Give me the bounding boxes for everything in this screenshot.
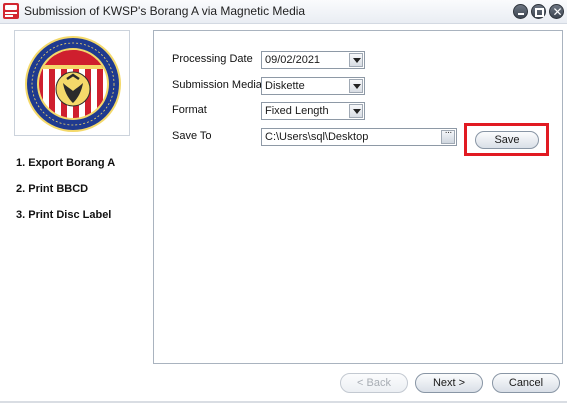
step-list: 1. Export Borang A 2. Print BBCD 3. Prin…: [14, 150, 134, 228]
app-logo-icon[interactable]: [3, 3, 19, 19]
close-icon[interactable]: ✕: [549, 4, 564, 19]
kwsp-logo: [25, 36, 121, 132]
logo-frame: [14, 30, 130, 136]
cancel-button[interactable]: Cancel: [492, 373, 560, 393]
format-value: Fixed Length: [265, 105, 329, 117]
step-print-disc-label[interactable]: 3. Print Disc Label: [16, 202, 134, 228]
chevron-down-icon[interactable]: [349, 53, 363, 67]
processing-date-label: Processing Date: [172, 53, 253, 65]
save-to-path-value: C:\Users\sql\Desktop: [265, 131, 369, 143]
browse-ellipsis-icon[interactable]: ···: [441, 127, 455, 144]
step-export-borang-a[interactable]: 1. Export Borang A: [16, 150, 134, 176]
processing-date-value: 09/02/2021: [265, 54, 321, 66]
save-button[interactable]: Save: [475, 131, 539, 149]
sidebar: 1. Export Borang A 2. Print BBCD 3. Prin…: [14, 30, 134, 228]
save-highlight-box: Save: [464, 123, 549, 156]
title-bar: Submission of KWSP's Borang A via Magnet…: [0, 0, 567, 24]
format-label: Format: [172, 104, 207, 116]
save-to-label: Save To: [172, 130, 212, 142]
chevron-down-icon[interactable]: [349, 104, 363, 118]
window-title: Submission of KWSP's Borang A via Magnet…: [24, 4, 306, 18]
chevron-down-icon[interactable]: [349, 79, 363, 93]
submission-media-value: Diskette: [265, 80, 305, 92]
format-dropdown[interactable]: Fixed Length: [261, 102, 365, 120]
submission-media-dropdown[interactable]: Diskette: [261, 77, 365, 95]
form-panel: Processing Date 09/02/2021 Submission Me…: [153, 30, 563, 364]
processing-date-dropdown[interactable]: 09/02/2021: [261, 51, 365, 69]
submission-media-label: Submission Media: [172, 79, 262, 91]
minimize-icon[interactable]: [513, 4, 528, 19]
step-print-bbcd[interactable]: 2. Print BBCD: [16, 176, 134, 202]
maximize-icon[interactable]: [531, 4, 546, 19]
next-button[interactable]: Next >: [415, 373, 483, 393]
close-glyph: ✕: [552, 5, 563, 19]
save-to-path-input[interactable]: C:\Users\sql\Desktop ···: [261, 127, 457, 146]
back-button[interactable]: < Back: [340, 373, 408, 393]
browse-dots: ···: [444, 127, 453, 138]
